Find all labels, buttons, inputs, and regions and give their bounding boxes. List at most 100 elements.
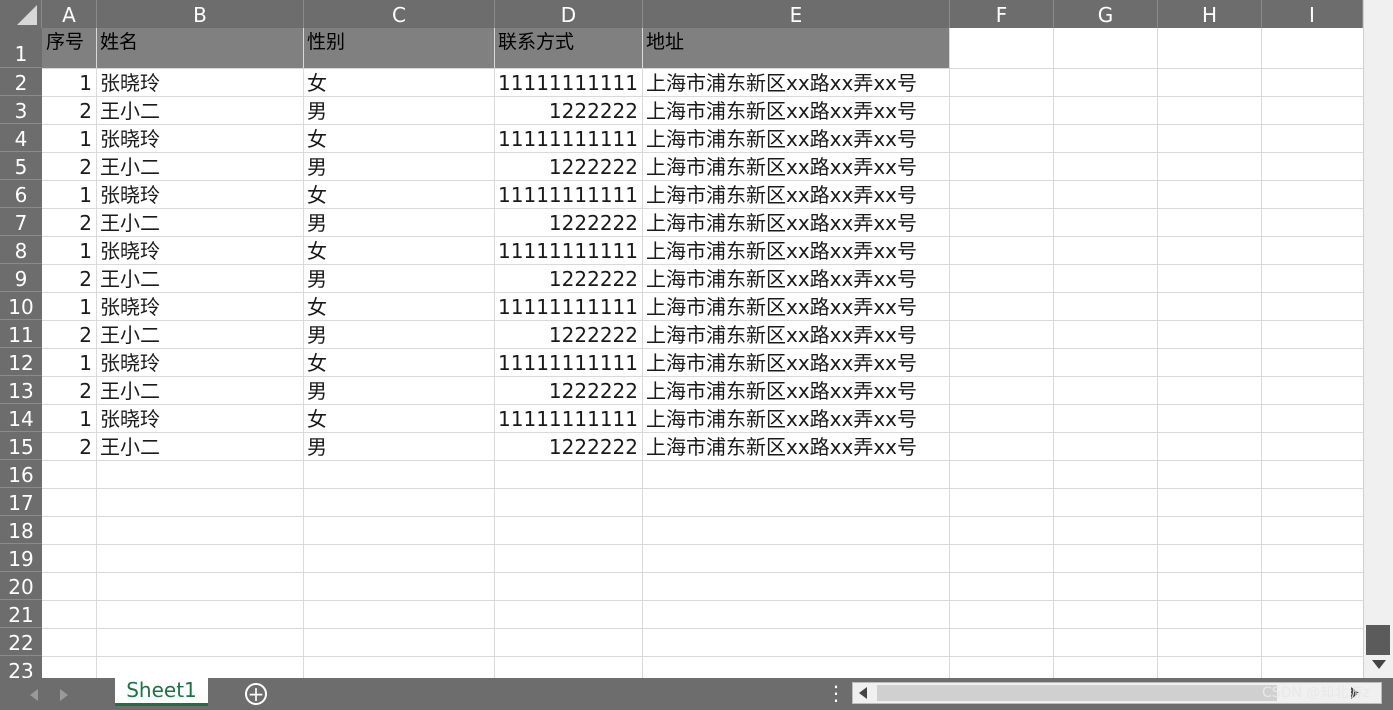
vertical-scrollbar[interactable] [1363,0,1393,678]
row-header-18[interactable]: 18 [0,516,42,544]
cell-contact[interactable]: 1222222 [494,376,642,404]
cell-index[interactable]: 2 [42,264,96,292]
cell-contact[interactable]: 11111111111 [494,404,642,432]
column-header-g[interactable]: G [1054,0,1158,28]
cell-gender[interactable]: 男 [303,208,494,236]
row-header-11[interactable]: 11 [0,320,42,348]
cell-name[interactable]: 王小二 [96,376,303,404]
cell-name[interactable]: 张晓玲 [96,68,303,96]
cell-gender[interactable]: 男 [303,96,494,124]
row-header-13[interactable]: 13 [0,376,42,404]
row-header-3[interactable]: 3 [0,96,42,124]
cell-address[interactable]: 上海市浦东新区xx路xx弄xx号 [642,320,949,348]
horizontal-scroll-thumb[interactable] [877,685,1277,701]
spreadsheet-grid[interactable]: 序号 姓名 性别 联系方式 地址 1 张晓玲 女 11111111111 上海市… [42,28,1363,678]
row-header-1[interactable]: 1 [0,28,42,68]
cell-address[interactable]: 上海市浦东新区xx路xx弄xx号 [642,404,949,432]
cell-name[interactable]: 张晓玲 [96,292,303,320]
cell-address[interactable]: 上海市浦东新区xx路xx弄xx号 [642,180,949,208]
select-all-button[interactable] [0,0,42,28]
cell-contact[interactable]: 11111111111 [494,68,642,96]
cell-address[interactable]: 上海市浦东新区xx路xx弄xx号 [642,264,949,292]
cell-address[interactable]: 上海市浦东新区xx路xx弄xx号 [642,348,949,376]
cell-index[interactable]: 2 [42,152,96,180]
cell-index[interactable]: 1 [42,348,96,376]
column-header-c[interactable]: C [304,0,495,28]
cell-address[interactable]: 上海市浦东新区xx路xx弄xx号 [642,68,949,96]
cell-name[interactable]: 张晓玲 [96,180,303,208]
row-header-15[interactable]: 15 [0,432,42,460]
cell-contact[interactable]: 1222222 [494,264,642,292]
cell-name[interactable]: 王小二 [96,320,303,348]
cell-gender[interactable]: 女 [303,236,494,264]
cell-gender[interactable]: 女 [303,180,494,208]
cell-name[interactable]: 王小二 [96,264,303,292]
column-header-a[interactable]: A [42,0,97,28]
header-cell-contact[interactable]: 联系方式 [494,28,646,68]
row-header-16[interactable]: 16 [0,460,42,488]
cell-index[interactable]: 2 [42,376,96,404]
cell-name[interactable]: 张晓玲 [96,124,303,152]
column-header-b[interactable]: B [97,0,304,28]
scroll-left-arrow-icon[interactable] [859,687,867,699]
next-sheet-arrow-icon[interactable] [60,689,68,701]
cell-index[interactable]: 1 [42,124,96,152]
vertical-scroll-thumb[interactable] [1366,625,1390,655]
cell-index[interactable]: 1 [42,404,96,432]
row-header-19[interactable]: 19 [0,544,42,572]
column-header-i[interactable]: I [1262,0,1363,28]
column-header-e[interactable]: E [643,0,950,28]
column-header-h[interactable]: H [1158,0,1262,28]
cell-gender[interactable]: 女 [303,348,494,376]
cell-address[interactable]: 上海市浦东新区xx路xx弄xx号 [642,236,949,264]
row-header-17[interactable]: 17 [0,488,42,516]
cell-gender[interactable]: 男 [303,152,494,180]
cell-gender[interactable]: 女 [303,292,494,320]
cell-gender[interactable]: 女 [303,124,494,152]
scroll-down-arrow-icon[interactable] [1372,660,1386,669]
row-header-20[interactable]: 20 [0,572,42,600]
cell-gender[interactable]: 男 [303,376,494,404]
cell-index[interactable]: 2 [42,320,96,348]
cell-address[interactable]: 上海市浦东新区xx路xx弄xx号 [642,152,949,180]
cell-index[interactable]: 2 [42,208,96,236]
cell-index[interactable]: 1 [42,236,96,264]
cell-contact[interactable]: 1222222 [494,96,642,124]
cell-name[interactable]: 张晓玲 [96,236,303,264]
row-header-8[interactable]: 8 [0,236,42,264]
row-header-5[interactable]: 5 [0,152,42,180]
cell-contact[interactable]: 11111111111 [494,124,642,152]
cell-index[interactable]: 2 [42,432,96,460]
cell-contact[interactable]: 1222222 [494,432,642,460]
cell-address[interactable]: 上海市浦东新区xx路xx弄xx号 [642,208,949,236]
row-header-10[interactable]: 10 [0,292,42,320]
cell-index[interactable]: 2 [42,96,96,124]
cell-name[interactable]: 王小二 [96,96,303,124]
column-header-d[interactable]: D [495,0,643,28]
row-header-2[interactable]: 2 [0,68,42,96]
cell-contact[interactable]: 11111111111 [494,180,642,208]
header-cell-gender[interactable]: 性别 [303,28,498,68]
cell-gender[interactable]: 男 [303,432,494,460]
cell-name[interactable]: 王小二 [96,432,303,460]
cell-contact[interactable]: 11111111111 [494,236,642,264]
cell-address[interactable]: 上海市浦东新区xx路xx弄xx号 [642,124,949,152]
cell-contact[interactable]: 1222222 [494,320,642,348]
cell-contact[interactable]: 11111111111 [494,292,642,320]
cell-index[interactable]: 1 [42,68,96,96]
row-header-23[interactable]: 23 [0,656,42,678]
cell-gender[interactable]: 女 [303,404,494,432]
cell-gender[interactable]: 女 [303,68,494,96]
cell-address[interactable]: 上海市浦东新区xx路xx弄xx号 [642,96,949,124]
header-cell-index[interactable]: 序号 [42,28,100,68]
cell-address[interactable]: 上海市浦东新区xx路xx弄xx号 [642,376,949,404]
cell-name[interactable]: 王小二 [96,208,303,236]
cell-name[interactable]: 王小二 [96,152,303,180]
row-header-4[interactable]: 4 [0,124,42,152]
cell-contact[interactable]: 1222222 [494,208,642,236]
cell-index[interactable]: 1 [42,180,96,208]
row-header-7[interactable]: 7 [0,208,42,236]
row-header-12[interactable]: 12 [0,348,42,376]
cell-address[interactable]: 上海市浦东新区xx路xx弄xx号 [642,292,949,320]
cell-contact[interactable]: 1222222 [494,152,642,180]
